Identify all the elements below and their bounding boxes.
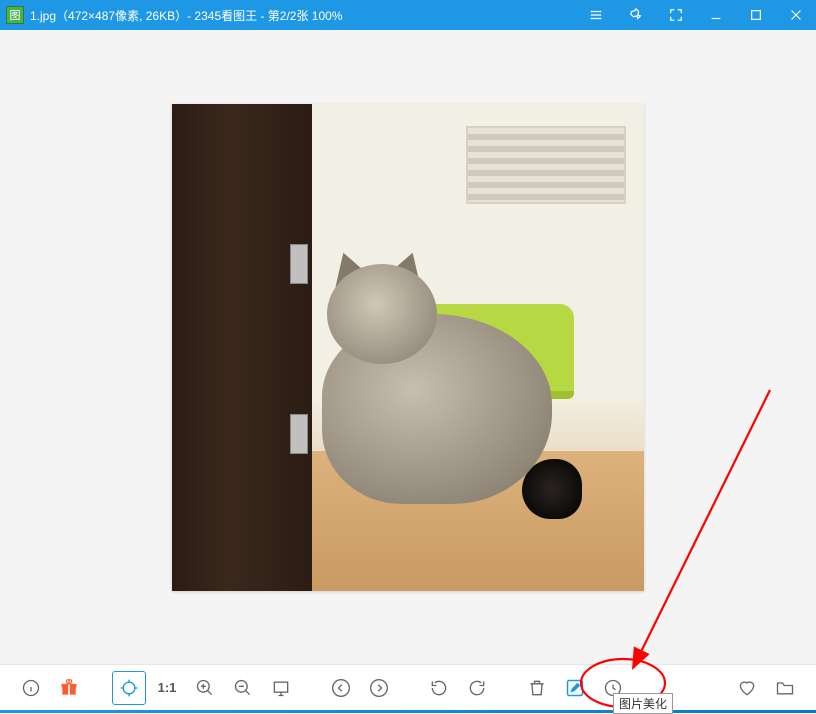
app-icon: 图	[6, 6, 24, 24]
edit-icon	[565, 678, 585, 698]
next-button[interactable]	[362, 671, 396, 705]
displayed-image	[172, 104, 644, 591]
tooltip-image-beautify: 图片美化	[613, 693, 673, 714]
heart-icon	[737, 678, 757, 698]
close-icon	[789, 8, 803, 22]
maximize-icon	[749, 8, 763, 22]
gift-button[interactable]	[52, 671, 86, 705]
cursor-button[interactable]	[112, 671, 146, 705]
titlebar: 图 1.jpg（472×487像素, 26KB）- 2345看图王 - 第2/2…	[0, 0, 816, 30]
chevron-left-icon	[331, 678, 351, 698]
cursor-icon	[119, 678, 139, 698]
folder-icon	[775, 678, 795, 698]
delete-button[interactable]	[520, 671, 554, 705]
gift-icon	[59, 678, 79, 698]
chevron-right-icon	[369, 678, 389, 698]
close-button[interactable]	[776, 0, 816, 30]
info-icon	[21, 678, 41, 698]
zoom-out-button[interactable]	[226, 671, 260, 705]
window-controls	[576, 0, 816, 30]
edit-button[interactable]	[558, 671, 592, 705]
minimize-icon	[709, 8, 723, 22]
open-folder-button[interactable]	[768, 671, 802, 705]
window-title: 1.jpg（472×487像素, 26KB）- 2345看图王 - 第2/2张 …	[30, 7, 576, 24]
previous-button[interactable]	[324, 671, 358, 705]
minimize-button[interactable]	[696, 0, 736, 30]
rotate-left-button[interactable]	[422, 671, 456, 705]
pin-button[interactable]	[616, 0, 656, 30]
rotate-left-icon	[429, 678, 449, 698]
pin-icon	[629, 8, 643, 22]
bottom-toolbar: 1:1	[0, 664, 816, 710]
maximize-button[interactable]	[736, 0, 776, 30]
menu-button[interactable]	[576, 0, 616, 30]
image-viewport[interactable]	[0, 30, 816, 664]
fullscreen-button[interactable]	[656, 0, 696, 30]
trash-icon	[527, 678, 547, 698]
hamburger-icon	[589, 8, 603, 22]
zoom-in-button[interactable]	[188, 671, 222, 705]
actual-size-button[interactable]: 1:1	[150, 671, 184, 705]
zoom-in-icon	[195, 678, 215, 698]
fit-screen-button[interactable]	[264, 671, 298, 705]
fit-screen-icon	[271, 678, 291, 698]
ratio-label: 1:1	[154, 680, 180, 695]
favorite-button[interactable]	[730, 671, 764, 705]
fullscreen-icon	[669, 8, 683, 22]
info-button[interactable]	[14, 671, 48, 705]
zoom-out-icon	[233, 678, 253, 698]
rotate-right-icon	[467, 678, 487, 698]
rotate-right-button[interactable]	[460, 671, 494, 705]
